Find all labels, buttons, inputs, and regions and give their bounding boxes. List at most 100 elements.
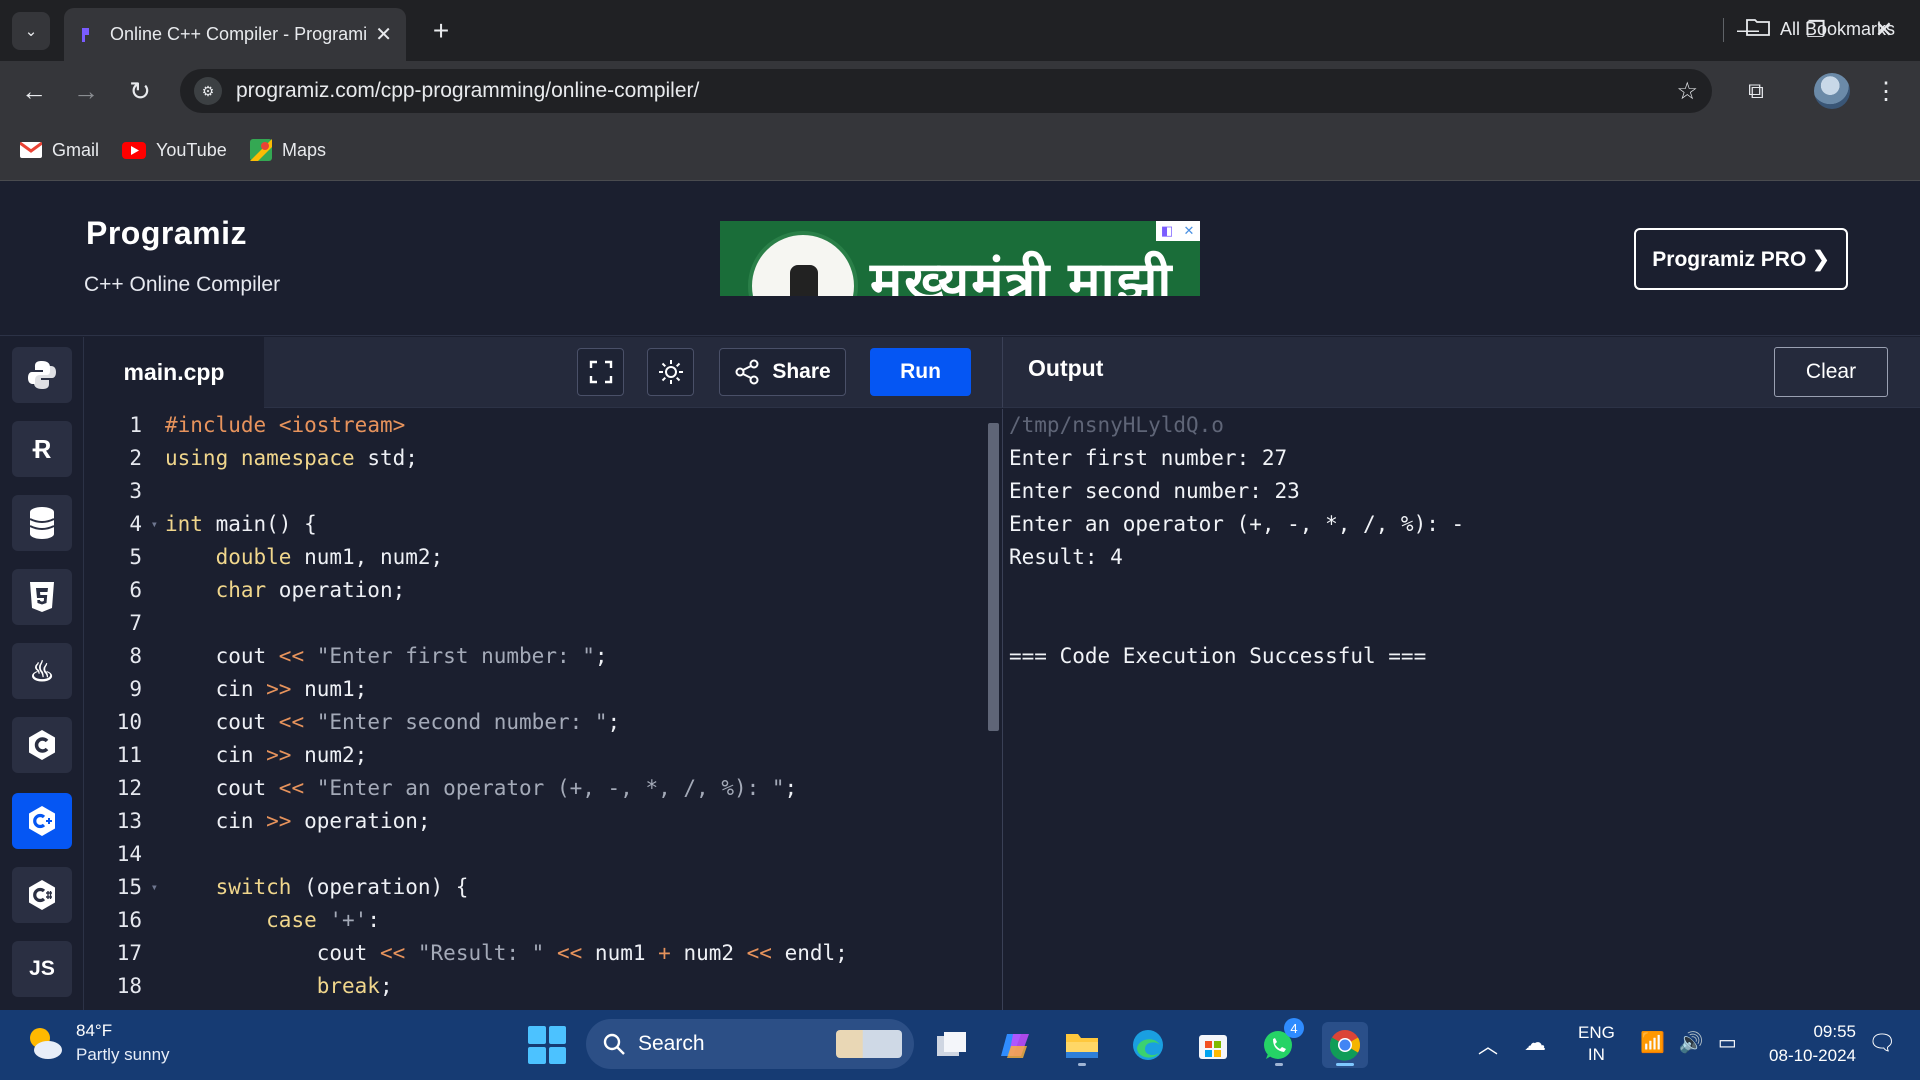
theme-toggle-button[interactable] xyxy=(647,348,694,396)
task-view-button[interactable] xyxy=(928,1022,974,1068)
weather-description[interactable]: Partly sunny xyxy=(76,1045,170,1065)
code-line[interactable]: case '+': xyxy=(165,904,985,937)
line-number: 3 xyxy=(129,479,142,503)
address-bar[interactable]: ⚙ programiz.com/cpp-programming/online-c… xyxy=(180,69,1712,113)
output-console: /tmp/nsnyHLyldQ.o Enter first number: 27… xyxy=(1002,409,1920,1010)
code-line[interactable]: break; xyxy=(165,970,985,1003)
battery-icon[interactable]: ▭ xyxy=(1718,1030,1737,1055)
file-explorer-button[interactable] xyxy=(1059,1022,1105,1068)
notifications-icon[interactable]: 🗨 xyxy=(1868,1030,1896,1056)
line-number: 1 xyxy=(129,413,142,437)
code-line[interactable]: int main() { xyxy=(165,508,985,541)
forward-icon[interactable]: → xyxy=(64,69,108,113)
editor-scrollbar-thumb[interactable] xyxy=(988,423,999,731)
lang-cpp-button[interactable] xyxy=(12,793,72,849)
taskbar-search[interactable]: Search xyxy=(586,1019,914,1069)
system-tray[interactable]: 📶 🔊 ▭ xyxy=(1640,1030,1737,1055)
lang-python-button[interactable] xyxy=(12,347,72,403)
lang-js-button[interactable]: JS xyxy=(12,941,72,997)
folder-icon xyxy=(1746,18,1770,41)
bookmark-star-icon[interactable]: ☆ xyxy=(1676,77,1698,106)
code-line[interactable] xyxy=(165,838,985,871)
line-number: 11 xyxy=(116,743,142,767)
code-line[interactable]: using namespace std; xyxy=(165,442,985,475)
microsoft-store-button[interactable] xyxy=(1190,1022,1236,1068)
lang-sql-button[interactable] xyxy=(12,495,72,551)
taskbar-clock[interactable]: 09:55 08-10-2024 xyxy=(1750,1020,1856,1068)
browser-tab-active[interactable]: Online C++ Compiler - Programiz ✕ xyxy=(64,8,406,61)
ad-info-icon[interactable]: ◧ xyxy=(1156,221,1178,241)
code-content[interactable]: #include <iostream> using namespace std; … xyxy=(165,409,985,1003)
line-number: 13 xyxy=(116,809,142,833)
programiz-logo[interactable]: Programiz xyxy=(86,215,247,252)
fullscreen-button[interactable] xyxy=(577,348,624,396)
line-number: 2 xyxy=(129,446,142,470)
code-line[interactable]: cin >> num1; xyxy=(165,673,985,706)
code-line[interactable]: switch (operation) { xyxy=(165,871,985,904)
tab-close-icon[interactable]: ✕ xyxy=(375,22,392,47)
line-number: 16 xyxy=(116,908,142,932)
task-view-icon xyxy=(937,1032,966,1056)
line-number: 6 xyxy=(129,578,142,602)
copilot-icon xyxy=(1001,1034,1029,1058)
bookmark-gmail[interactable]: Gmail xyxy=(20,135,99,165)
site-info-icon[interactable]: ⚙ xyxy=(194,77,222,105)
line-number[interactable]: 4 xyxy=(84,508,158,541)
code-line[interactable]: cout << "Enter an operator (+, -, *, /, … xyxy=(165,772,985,805)
file-tab-main-cpp[interactable]: main.cpp xyxy=(84,337,264,408)
code-line[interactable]: char operation; xyxy=(165,574,985,607)
profile-avatar[interactable] xyxy=(1814,73,1850,109)
lang-html-button[interactable] xyxy=(12,569,72,625)
partly-sunny-icon[interactable] xyxy=(26,1024,64,1062)
start-button[interactable] xyxy=(528,1026,566,1064)
code-line[interactable]: cout << "Enter first number: "; xyxy=(165,640,985,673)
browser-toolbar: ← → ↻ ⚙ programiz.com/cpp-programming/on… xyxy=(0,61,1920,121)
code-line[interactable]: cout << "Result: " << num1 + num2 << end… xyxy=(165,937,985,970)
wifi-icon[interactable]: 📶 xyxy=(1640,1030,1665,1055)
bookmark-maps[interactable]: Maps xyxy=(250,135,326,165)
code-line[interactable] xyxy=(165,475,985,508)
code-line[interactable]: cin >> operation; xyxy=(165,805,985,838)
programiz-pro-button[interactable]: Programiz PRO ❯ xyxy=(1634,228,1848,290)
weather-temperature[interactable]: 84°F xyxy=(76,1021,112,1041)
back-icon[interactable]: ← xyxy=(12,69,56,113)
new-tab-button[interactable]: + xyxy=(424,14,458,48)
code-line[interactable]: double num1, num2; xyxy=(165,541,985,574)
line-number[interactable]: 15 xyxy=(84,871,158,904)
extensions-icon[interactable]: ⧉ xyxy=(1734,69,1778,113)
run-button[interactable]: Run xyxy=(870,348,971,396)
whatsapp-button[interactable]: 4 xyxy=(1256,1018,1304,1068)
input-language[interactable]: ENG IN xyxy=(1578,1022,1615,1066)
code-line[interactable] xyxy=(165,607,985,640)
all-bookmarks-button[interactable]: All Bookmarks xyxy=(1746,14,1895,44)
code-editor[interactable]: 123456789101112131415161718 #include <io… xyxy=(84,409,1002,1010)
lang-r-button[interactable]: Ɍ xyxy=(12,421,72,477)
lang-java-button[interactable]: ♨ xyxy=(12,643,72,699)
show-hidden-icons[interactable]: ︿ xyxy=(1478,1030,1498,1059)
sun-icon xyxy=(658,360,683,384)
page-subtitle: C++ Online Compiler xyxy=(84,273,281,296)
share-icon xyxy=(735,359,759,385)
ad-text: मुख्यमंत्री माझी xyxy=(870,252,1174,296)
lang-csharp-button[interactable] xyxy=(12,867,72,923)
code-line[interactable]: cout << "Enter second number: "; xyxy=(165,706,985,739)
lang-c-button[interactable] xyxy=(12,717,72,773)
ad-banner[interactable]: मुख्यमंत्री माझी ◧ ✕ xyxy=(720,221,1200,296)
share-button[interactable]: Share xyxy=(719,348,846,396)
clear-button[interactable]: Clear xyxy=(1774,347,1888,397)
edge-button[interactable] xyxy=(1125,1022,1171,1068)
code-line[interactable]: #include <iostream> xyxy=(165,409,985,442)
bookmark-youtube[interactable]: YouTube xyxy=(122,135,227,165)
ad-close-icon[interactable]: ✕ xyxy=(1178,221,1200,241)
volume-icon[interactable]: 🔊 xyxy=(1679,1030,1704,1055)
tab-search-button[interactable]: ⌄ xyxy=(12,12,50,50)
chrome-button[interactable] xyxy=(1322,1022,1368,1068)
code-line[interactable]: cin >> num2; xyxy=(165,739,985,772)
onedrive-icon[interactable]: ☁ xyxy=(1524,1030,1546,1056)
search-highlight-image xyxy=(836,1030,902,1058)
copilot-button[interactable] xyxy=(993,1022,1039,1068)
url-text[interactable]: programiz.com/cpp-programming/online-com… xyxy=(236,79,1676,103)
ad-seal-image xyxy=(748,231,858,296)
reload-icon[interactable]: ↻ xyxy=(118,69,162,113)
chrome-menu-icon[interactable]: ⋮ xyxy=(1868,69,1904,113)
